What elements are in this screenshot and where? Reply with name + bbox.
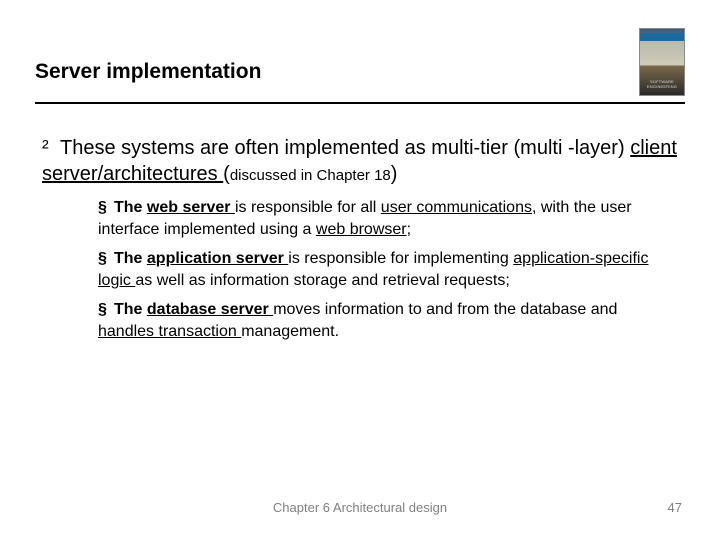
p0-u1: web server [147,199,235,216]
p0-mid1: is responsible for all [235,199,381,216]
square-bullet-icon: § [98,248,114,270]
p0-u3: web browser [316,221,407,238]
bullet-level1: ²These systems are often implemented as … [42,135,680,187]
slide-body: ²These systems are often implemented as … [42,135,680,351]
title-rule [35,102,685,104]
p2-mid1: moves information to and from the databa… [273,301,617,318]
intro-paren-close: ) [391,163,398,185]
diamond-bullet-icon: ² [42,135,60,161]
slide-title: Server implementation [35,60,261,84]
p0-pre: The [114,199,147,216]
p0-u2: user communications [381,199,532,216]
intro-small: discussed in Chapter 18 [230,167,391,184]
p1-pre: The [114,250,147,267]
p0-post: ; [407,221,411,238]
bullet-level2: §The application server is responsible f… [98,248,676,291]
p2-u2: handles transaction [98,323,241,340]
p1-mid2: as well as information storage and retri… [135,272,509,289]
p2-pre: The [114,301,147,318]
intro-text-1: These systems are often implemented as m… [60,137,630,159]
square-bullet-icon: § [98,197,114,219]
square-bullet-icon: § [98,299,114,321]
slide-number: 47 [668,500,682,515]
p1-u1: application server [147,250,288,267]
p2-u1: database server [147,301,273,318]
intro-paren-open: ( [223,163,230,185]
book-cover-thumbnail: SOFTWARE ENGINEERING [639,28,685,96]
cover-band [640,33,684,41]
bullet-level2: §The web server is responsible for all u… [98,197,676,240]
slide: Server implementation SOFTWARE ENGINEERI… [0,0,720,540]
bullet-level2: §The database server moves information t… [98,299,676,342]
footer-center: Chapter 6 Architectural design [0,500,720,515]
p2-mid2: management. [241,323,339,340]
cover-label: SOFTWARE ENGINEERING [640,79,684,89]
p1-mid1: is responsible for implementing [288,250,513,267]
